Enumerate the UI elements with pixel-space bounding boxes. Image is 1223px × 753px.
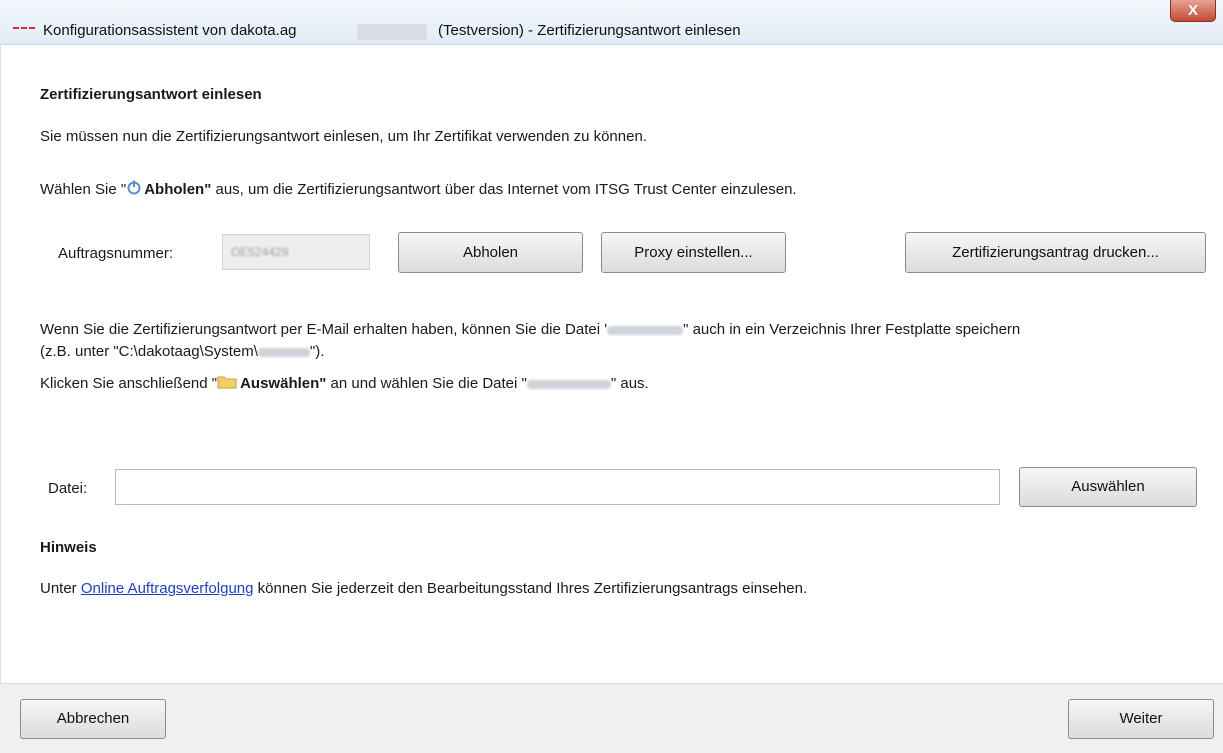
button-bar — [0, 683, 1223, 753]
folder-icon — [217, 376, 237, 389]
order-tracking-link[interactable]: Online Auftragsverfolgung — [81, 580, 254, 597]
redacted-folder — [257, 347, 310, 357]
hint-heading: Hinweis — [40, 539, 97, 556]
title-bar[interactable]: Konfigurationsassistent von dakota.ag (T… — [0, 0, 1223, 45]
order-number-value: OE524429 — [231, 245, 289, 259]
proxy-settings-button[interactable]: Proxy einstellen... — [601, 232, 786, 273]
email-instruction-line1: Wenn Sie die Zertifizierungsantwort per … — [40, 321, 1021, 338]
close-button[interactable]: X — [1170, 0, 1216, 22]
close-icon: X — [1187, 2, 1198, 19]
fetch-instruction: Wählen Sie " Abholen" aus, um die Zertifi… — [40, 180, 797, 198]
app-icon — [13, 25, 37, 31]
select-file-button[interactable]: Auswählen — [1019, 467, 1197, 507]
order-number-label: Auftragsnummer: — [58, 245, 174, 262]
intro-text: Sie müssen nun die Zertifizierungsantwor… — [40, 128, 647, 145]
hint-text: Unter Online Auftragsverfolgung können S… — [40, 580, 808, 597]
order-number-field[interactable]: OE524429 — [222, 234, 370, 270]
print-request-button[interactable]: Zertifizierungsantrag drucken... — [905, 232, 1206, 273]
section-heading: Zertifizierungsantwort einlesen — [40, 86, 262, 103]
fetch-button[interactable]: Abholen — [398, 232, 583, 273]
file-label: Datei: — [48, 480, 88, 497]
email-instruction-line2: (z.B. unter "C:\dakotaag\System\ "). — [40, 343, 325, 360]
window-title: Konfigurationsassistent von dakota.ag — [43, 22, 297, 39]
redacted-region — [357, 24, 427, 40]
next-button[interactable]: Weiter — [1068, 699, 1214, 739]
cancel-button[interactable]: Abbrechen — [20, 699, 166, 739]
redacted-filename — [607, 325, 684, 335]
redacted-filename — [526, 379, 611, 389]
file-path-input[interactable] — [115, 469, 1000, 505]
email-instruction-line3: Klicken Sie anschließend " Auswählen" an … — [40, 375, 649, 392]
window-border — [0, 44, 1, 684]
window-title-suffix: (Testversion) - Zertifizierungsantwort e… — [438, 22, 741, 39]
power-icon — [127, 180, 141, 195]
